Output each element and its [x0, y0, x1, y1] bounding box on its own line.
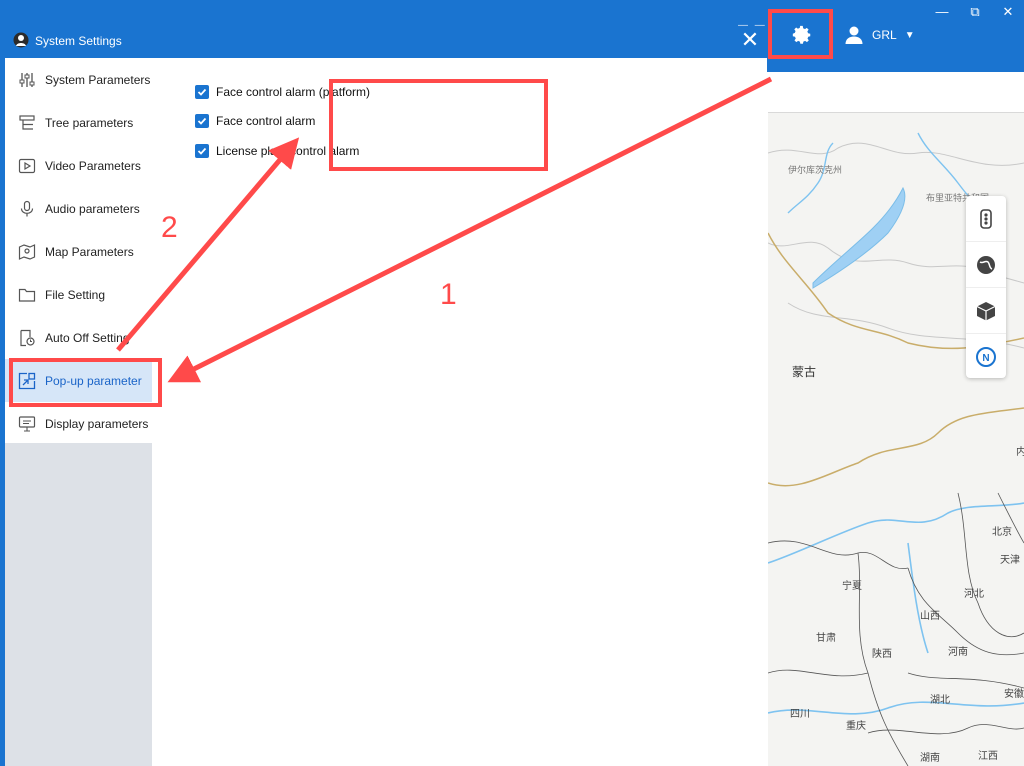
- cube-icon: [976, 301, 996, 320]
- map-tools-panel: N: [966, 196, 1006, 378]
- sidebar-item-label: Map Parameters: [45, 244, 134, 259]
- gear-icon: [792, 25, 811, 44]
- sidebar-item-map-parameters[interactable]: Map Parameters: [5, 230, 152, 273]
- checkbox-face-control-platform[interactable]: Face control alarm (platform): [195, 82, 370, 102]
- dialog-title: System Settings: [35, 34, 122, 48]
- sidebar-item-audio-parameters[interactable]: Audio parameters: [5, 187, 152, 230]
- svg-text:N: N: [982, 353, 989, 364]
- popup-icon: [18, 372, 36, 390]
- map-label-chongqing: 重庆: [846, 721, 866, 732]
- map-label-shanxi: 山西: [920, 611, 940, 622]
- sidebar-item-label: Tree parameters: [45, 115, 134, 130]
- sidebar-item-label: System Parameters: [45, 72, 151, 87]
- restore-icon[interactable]: ⧉: [963, 4, 987, 20]
- sliders-icon: [18, 71, 36, 89]
- sidebar-item-video-parameters[interactable]: Video Parameters: [5, 144, 152, 187]
- video-icon: [18, 157, 36, 175]
- checkbox-label: Face control alarm: [216, 114, 316, 128]
- map-pin-icon: [18, 243, 36, 261]
- settings-sidebar: System Parameters Tree parameters Video …: [5, 58, 152, 766]
- chevron-down-icon: ▼: [904, 29, 915, 41]
- map-label-ningxia: 宁夏: [842, 581, 862, 592]
- settings-button[interactable]: [782, 22, 822, 48]
- map-label-hubei: 湖北: [930, 695, 950, 706]
- sidebar-item-label: Pop-up parameter: [45, 373, 142, 388]
- sidebar-item-label: Auto Off Setting: [45, 330, 130, 345]
- app-logo-icon: [13, 32, 29, 48]
- map-label-hebei: 河北: [964, 589, 984, 600]
- sidebar-item-label: Audio parameters: [45, 201, 140, 216]
- tree-icon: [18, 114, 36, 132]
- satellite-button[interactable]: [966, 242, 1006, 288]
- traffic-light-button[interactable]: [966, 196, 1006, 242]
- map-label-anhui: 安徽: [1004, 689, 1024, 700]
- dialog-close-button[interactable]: ✕: [738, 28, 762, 52]
- user-menu[interactable]: GRL ▼: [844, 22, 915, 48]
- dialog-header: System Settings — — ✕: [5, 20, 767, 58]
- sidebar-item-label: Video Parameters: [45, 158, 141, 173]
- monitor-icon: [18, 415, 36, 433]
- compass-icon: N: [976, 346, 996, 367]
- map-toolbar: [768, 72, 1024, 113]
- sidebar-item-tree-parameters[interactable]: Tree parameters: [5, 101, 152, 144]
- compass-button[interactable]: N: [966, 334, 1006, 379]
- map-label-inner: 内: [1016, 447, 1024, 458]
- map-label-irkutsk: 伊尔库茨克州: [788, 165, 843, 175]
- folder-icon: [18, 286, 36, 304]
- checkbox-checked-icon[interactable]: [195, 144, 209, 158]
- clock-doc-icon: [18, 329, 36, 347]
- globe-icon: [977, 255, 995, 274]
- checkbox-label: Face control alarm (platform): [216, 85, 371, 99]
- checkbox-checked-icon[interactable]: [195, 114, 209, 128]
- map-label-hunan: 湖南: [920, 753, 940, 764]
- sidebar-menu: System Parameters Tree parameters Video …: [5, 58, 152, 443]
- popup-settings-panel: [152, 58, 767, 766]
- map-label-tianjin: 天津: [1000, 555, 1020, 566]
- checkbox-checked-icon[interactable]: [195, 85, 209, 99]
- sidebar-item-file-setting[interactable]: File Setting: [5, 273, 152, 316]
- microphone-icon: [18, 200, 36, 218]
- system-settings-dialog: System Settings — — ✕ System Parameters …: [5, 20, 767, 766]
- map-label-mongolia: 蒙古: [792, 365, 817, 379]
- 3d-view-button[interactable]: [966, 288, 1006, 334]
- sidebar-item-display-parameters[interactable]: Display parameters: [5, 402, 152, 445]
- user-name: GRL: [872, 28, 897, 42]
- checkbox-license-plate-control[interactable]: License plate control alarm: [195, 141, 359, 161]
- map-label-gansu: 甘肃: [816, 633, 836, 644]
- sidebar-item-label: Display parameters: [45, 416, 149, 431]
- map-label-jiangxi: 江西: [978, 751, 998, 762]
- annotation-step1-label: 1: [440, 278, 457, 311]
- map-label-henan: 河南: [948, 647, 968, 658]
- map-label-shaanxi: 陕西: [872, 649, 892, 660]
- sidebar-item-system-parameters[interactable]: System Parameters: [5, 58, 152, 101]
- checkbox-face-control[interactable]: Face control alarm: [195, 111, 315, 131]
- sidebar-item-popup-parameter[interactable]: Pop-up parameter: [5, 359, 152, 402]
- map-label-beijing: 北京: [992, 527, 1012, 538]
- traffic-light-icon: [980, 208, 992, 229]
- minimize-icon[interactable]: —: [930, 4, 954, 19]
- checkbox-label: License plate control alarm: [216, 144, 360, 158]
- annotation-step2-label: 2: [161, 211, 178, 244]
- map-label-sichuan: 四川: [790, 709, 810, 720]
- user-icon: [845, 26, 863, 44]
- sidebar-item-label: File Setting: [45, 287, 106, 302]
- close-window-icon[interactable]: ✕: [996, 4, 1020, 20]
- sidebar-item-auto-off-setting[interactable]: Auto Off Setting: [5, 316, 152, 359]
